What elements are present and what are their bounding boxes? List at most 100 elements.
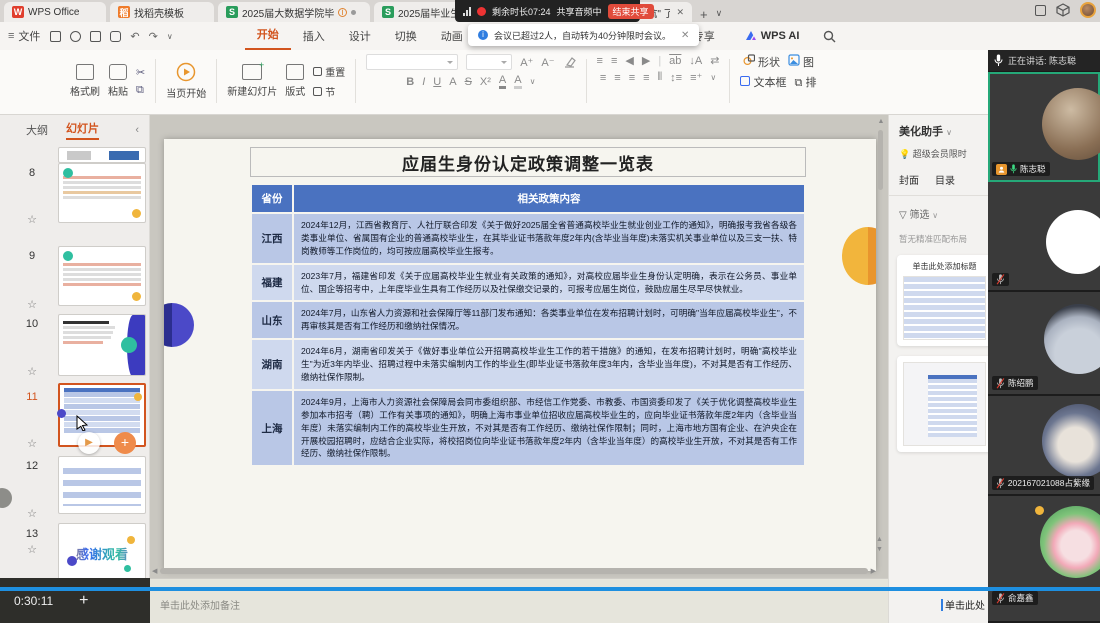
template-card[interactable]: 单击此处添加标题 bbox=[897, 255, 992, 346]
font-family-select[interactable] bbox=[366, 54, 458, 70]
columns-icon[interactable]: ⫴ bbox=[658, 71, 663, 84]
notes-area[interactable]: 单击此处添加备注 bbox=[150, 578, 900, 623]
file-menu[interactable]: ≡ 文件 bbox=[0, 28, 50, 44]
beautify-title[interactable]: 美化助手 ∨ bbox=[889, 115, 1000, 139]
user-avatar[interactable] bbox=[1080, 2, 1096, 18]
menu-tab-design[interactable]: 设计 bbox=[337, 28, 383, 44]
slide-thumbnail-12[interactable] bbox=[58, 456, 146, 514]
tab-wps-office[interactable]: W WPS Office bbox=[4, 2, 106, 22]
slide-thumbnail-9[interactable] bbox=[58, 246, 146, 306]
slides-tab[interactable]: 幻灯片 bbox=[66, 120, 99, 140]
restore-window-icon[interactable] bbox=[1035, 5, 1046, 16]
textbox-button[interactable]: 文本框 bbox=[740, 74, 786, 90]
font-color-button[interactable]: A bbox=[499, 74, 506, 89]
current-slide[interactable]: 应届生身份认定政策调整一览表 省份 相关政策内容 江西 2024年12月，江西省… bbox=[164, 139, 876, 571]
participant-tile-5[interactable]: 俞嘉鑫 bbox=[988, 496, 1100, 623]
add-slide-overlay-icon[interactable]: + bbox=[114, 432, 136, 454]
phonetic-guide-icon[interactable]: ab bbox=[669, 55, 681, 67]
star-icon[interactable]: ☆ bbox=[22, 507, 42, 520]
arrange-button[interactable]: ⧉ 排 bbox=[795, 74, 817, 90]
participant-tile-1[interactable]: 陈志聪 bbox=[988, 72, 1100, 182]
next-slide-icon[interactable]: ▼ bbox=[876, 546, 883, 553]
participant-tile-2[interactable] bbox=[988, 182, 1100, 292]
prev-slide-icon[interactable]: ▲ bbox=[876, 536, 883, 543]
search-icon[interactable] bbox=[823, 30, 836, 43]
justify-icon[interactable]: ≡ bbox=[643, 72, 649, 84]
bullet-list-icon[interactable]: ≡ bbox=[597, 55, 603, 67]
numbered-list-icon[interactable]: ≡ bbox=[611, 55, 617, 67]
print-icon[interactable] bbox=[90, 31, 101, 42]
filter-button[interactable]: ▽ 筛选 ∨ bbox=[889, 196, 1000, 221]
text-direction-icon[interactable]: ↓A bbox=[689, 55, 702, 67]
reset-button[interactable]: 重置 bbox=[313, 64, 345, 79]
collapse-panel-icon[interactable]: ‹ bbox=[135, 124, 139, 136]
text-effects-chevron-icon[interactable]: ∨ bbox=[530, 77, 536, 86]
star-icon[interactable]: ☆ bbox=[22, 298, 42, 311]
horizontal-scroll-thumb[interactable] bbox=[160, 568, 867, 574]
scroll-left-icon[interactable]: ◀ bbox=[152, 567, 157, 575]
video-progress-bar[interactable] bbox=[0, 587, 1100, 591]
layout-button[interactable]: 版式 bbox=[285, 64, 305, 98]
participant-tile-4[interactable]: 202167021088占紫缘 bbox=[988, 396, 1100, 496]
outline-tab[interactable]: 大纲 bbox=[26, 122, 48, 138]
star-icon[interactable]: ☆ bbox=[22, 213, 42, 226]
picture-button[interactable]: 图 bbox=[788, 54, 814, 70]
align-right-icon[interactable]: ≡ bbox=[629, 72, 635, 84]
scroll-right-icon[interactable]: ▶ bbox=[871, 567, 876, 575]
menu-tab-home[interactable]: 开始 bbox=[245, 22, 291, 50]
toast-close-icon[interactable]: ✕ bbox=[681, 30, 689, 41]
beautify-tab-toc[interactable]: 目录 bbox=[935, 172, 955, 187]
decrease-indent-icon[interactable]: ◀ bbox=[625, 54, 633, 67]
play-slide-overlay-icon[interactable]: ▶ bbox=[78, 432, 100, 454]
slide-thumbnail-10[interactable] bbox=[58, 314, 146, 376]
paste-button[interactable]: 粘贴 bbox=[108, 64, 128, 98]
policy-table[interactable]: 省份 相关政策内容 江西 2024年12月，江西省教育厅、人社厅联合印发《关于做… bbox=[250, 183, 806, 467]
section-button[interactable]: 节 bbox=[313, 84, 345, 99]
new-tab-button[interactable]: + bbox=[700, 7, 708, 22]
star-icon[interactable]: ☆ bbox=[22, 365, 42, 378]
menu-tab-insert[interactable]: 插入 bbox=[291, 28, 337, 44]
new-slide-button[interactable]: + 新建幻灯片 bbox=[227, 64, 277, 98]
stop-share-button[interactable]: 结束共享 bbox=[608, 4, 654, 19]
menu-tab-transition[interactable]: 切换 bbox=[383, 28, 429, 44]
more-chevron-icon[interactable]: ∨ bbox=[167, 32, 173, 41]
underline-button[interactable]: U bbox=[433, 76, 441, 88]
template-card[interactable] bbox=[897, 356, 992, 452]
play-from-current-button[interactable]: 当页开始 bbox=[166, 62, 206, 100]
slide-thumbnail-partial[interactable] bbox=[58, 147, 146, 163]
close-tab-icon[interactable]: ✕ bbox=[676, 7, 684, 18]
undo-icon[interactable]: ↶ bbox=[130, 30, 139, 43]
align-left-icon[interactable]: ≡ bbox=[600, 72, 606, 84]
highlight-color-button[interactable]: A bbox=[514, 74, 521, 89]
cube-icon[interactable] bbox=[1056, 3, 1070, 17]
scroll-up-icon[interactable]: ▲ bbox=[878, 118, 885, 125]
tab-sheet-1[interactable]: S 2025届大数据学院毕业生就业 i bbox=[218, 2, 370, 22]
output-icon[interactable] bbox=[70, 31, 81, 42]
clear-format-icon[interactable] bbox=[563, 57, 576, 68]
vertical-scrollbar[interactable]: ▲ ▲ ▼ bbox=[876, 118, 886, 558]
star-icon[interactable]: ☆ bbox=[22, 543, 42, 556]
strikethrough-button[interactable]: S bbox=[465, 76, 472, 88]
preview-icon[interactable] bbox=[110, 31, 121, 42]
char-spacing-button[interactable]: A bbox=[449, 76, 456, 88]
beautify-tab-cover[interactable]: 封面 bbox=[899, 172, 919, 187]
tab-list-chevron-icon[interactable]: ∨ bbox=[716, 8, 723, 22]
para-spacing-icon[interactable]: ≡⁺ bbox=[690, 71, 702, 84]
tab-docer[interactable]: 稻 找稻壳模板 bbox=[110, 2, 214, 22]
shapes-button[interactable]: 形状 bbox=[743, 54, 780, 70]
vertical-scroll-thumb[interactable] bbox=[878, 130, 883, 190]
decrease-font-icon[interactable]: A⁻ bbox=[541, 56, 554, 69]
wps-ai-button[interactable]: WPS AI bbox=[745, 30, 800, 42]
star-icon[interactable]: ☆ bbox=[22, 437, 42, 450]
convert-icon[interactable]: ⇄ bbox=[710, 54, 719, 67]
player-plus-button[interactable]: + bbox=[79, 592, 88, 610]
increase-indent-icon[interactable]: ▶ bbox=[642, 54, 650, 67]
bold-button[interactable]: B bbox=[406, 76, 414, 88]
cut-icon[interactable]: ✂ bbox=[136, 66, 145, 79]
save-icon[interactable] bbox=[50, 31, 61, 42]
redo-icon[interactable]: ↷ bbox=[149, 30, 158, 43]
format-painter-button[interactable]: 格式刷 bbox=[70, 64, 100, 98]
slide-thumbnail-11-selected[interactable]: ▶ + bbox=[58, 383, 146, 447]
increase-font-icon[interactable]: A⁺ bbox=[520, 56, 533, 69]
slide-title-box[interactable]: 应届生身份认定政策调整一览表 bbox=[250, 147, 806, 177]
